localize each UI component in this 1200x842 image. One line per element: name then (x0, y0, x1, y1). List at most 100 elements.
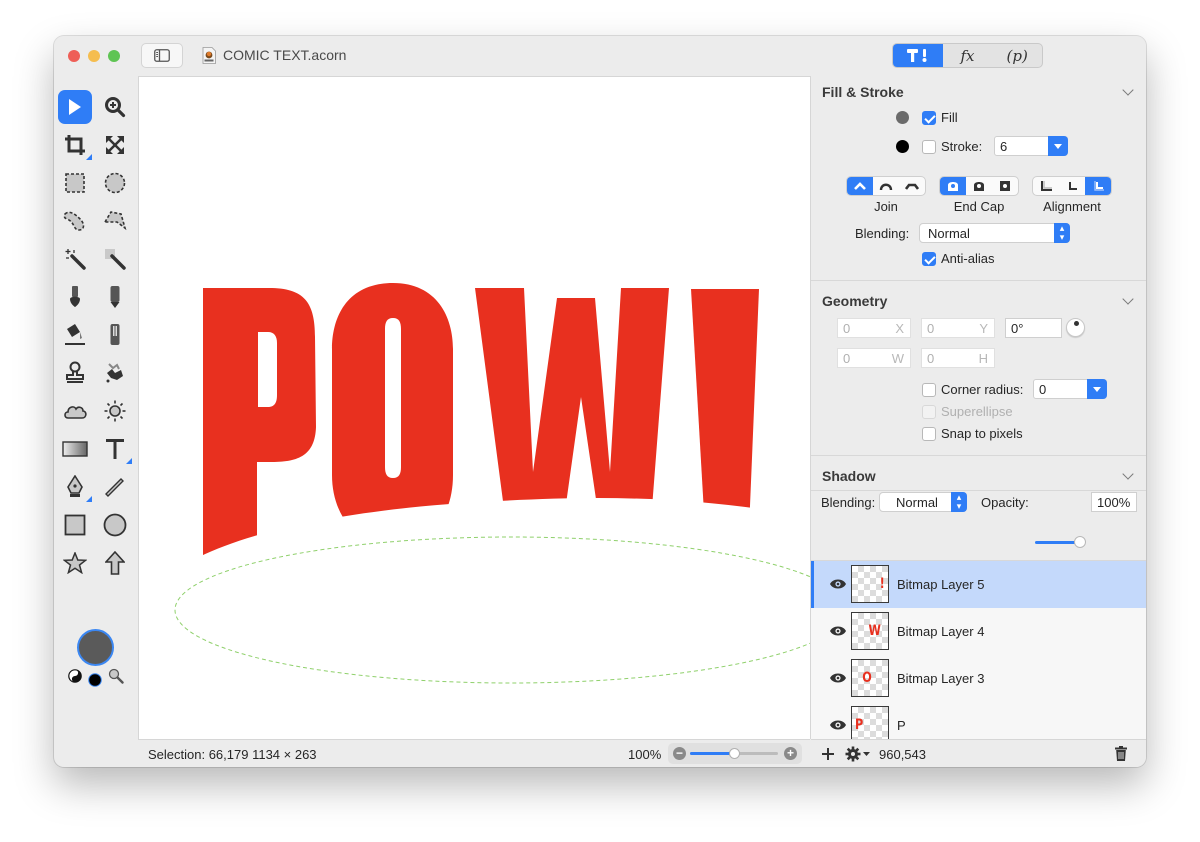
join-miter-button[interactable] (847, 177, 873, 195)
layer-row[interactable]: O Bitmap Layer 3 (811, 655, 1146, 702)
align-outside-button[interactable] (1033, 177, 1059, 195)
blending-popup[interactable]: Normal ▴ ▾ (919, 223, 1070, 243)
snap-to-pixels-checkbox[interactable] (922, 427, 936, 441)
fill-checkbox[interactable] (922, 111, 936, 125)
layer-row[interactable]: W Bitmap Layer 4 (811, 608, 1146, 655)
ellipse-marquee-tool[interactable] (98, 166, 132, 200)
eraser-tool[interactable] (98, 318, 132, 352)
swap-colors-icon[interactable] (68, 669, 82, 683)
layers-list: ! Bitmap Layer 5 W Bitmap Layer 4 O Bitm… (811, 560, 1146, 739)
stroke-checkbox[interactable] (922, 140, 936, 154)
eye-icon[interactable] (829, 625, 847, 637)
layer-actions-menu[interactable] (845, 746, 873, 762)
selection-marquee[interactable] (174, 536, 810, 684)
burn-tool[interactable] (58, 394, 92, 428)
opacity-slider-knob[interactable] (1074, 536, 1086, 548)
arrow-shape-tool[interactable] (98, 546, 132, 580)
gradient-tool[interactable] (58, 432, 92, 466)
paint-bucket-tool[interactable] (58, 318, 92, 352)
pow-text (203, 283, 759, 557)
endcap-butt-button[interactable] (940, 177, 966, 195)
color-wand-tool[interactable] (98, 242, 132, 276)
opacity-slider[interactable] (1035, 541, 1079, 544)
corner-radius-field[interactable]: 0 (1033, 379, 1107, 399)
star-tool[interactable] (58, 546, 92, 580)
corner-radius-dropdown[interactable] (1087, 379, 1107, 399)
zoom-window-button[interactable] (108, 50, 120, 62)
geometry-collapse-icon[interactable] (1122, 293, 1134, 305)
minimize-window-button[interactable] (88, 50, 100, 62)
transform-tool[interactable] (98, 128, 132, 162)
antialias-checkbox[interactable] (922, 252, 936, 266)
join-round-button[interactable] (873, 177, 899, 195)
endcap-square-button[interactable] (992, 177, 1018, 195)
fill-color-well[interactable] (896, 111, 909, 124)
close-window-button[interactable] (68, 50, 80, 62)
width-field[interactable]: 0W (837, 348, 911, 368)
height-field[interactable]: 0H (921, 348, 995, 368)
tab-tools[interactable] (893, 44, 943, 67)
tab-effects[interactable]: fx (943, 44, 993, 67)
zoom-in-button[interactable]: + (784, 747, 797, 760)
endcap-round-button[interactable] (966, 177, 992, 195)
trash-icon[interactable] (1115, 746, 1127, 761)
superellipse-checkbox[interactable] (922, 405, 936, 419)
h-value: 0 (927, 351, 935, 366)
stroke-width-dropdown[interactable] (1048, 136, 1068, 156)
pen-nib-icon (67, 475, 83, 497)
zoom-out-button[interactable]: − (673, 747, 686, 760)
layer-row[interactable]: P P (811, 702, 1146, 739)
shadow-collapse-icon[interactable] (1122, 468, 1134, 480)
rect-marquee-tool[interactable] (58, 166, 92, 200)
shadow-blending-popup[interactable]: Normal ▴ ▾ (879, 492, 967, 512)
zoom-tool[interactable] (98, 90, 132, 124)
oval-tool[interactable] (98, 508, 132, 542)
smudge-tool[interactable] (98, 356, 132, 390)
stroke-width-field[interactable]: 6 (994, 136, 1068, 156)
canvas[interactable] (138, 76, 810, 739)
eye-icon[interactable] (829, 719, 847, 731)
layer-thumbnail: P (851, 706, 889, 739)
align-inside-button[interactable] (1085, 177, 1111, 195)
w-suffix: W (891, 351, 904, 366)
x-field[interactable]: 0X (837, 318, 911, 338)
magic-wand-tool[interactable] (58, 242, 92, 276)
selection-info: Selection: 66,179 1134 × 263 (148, 747, 317, 762)
pencil-tool[interactable] (98, 280, 132, 314)
crop-tool[interactable] (58, 128, 92, 162)
add-layer-icon[interactable] (821, 747, 835, 761)
layer-name: Bitmap Layer 4 (897, 624, 985, 639)
foreground-color-well[interactable] (77, 629, 114, 666)
antialias-label: Anti-alias (941, 251, 995, 266)
rotation-dial[interactable] (1066, 318, 1085, 337)
join-bevel-button[interactable] (899, 177, 925, 195)
opacity-field[interactable]: 100% (1091, 492, 1137, 512)
polygon-lasso-tool[interactable] (98, 204, 132, 238)
corner-radius-checkbox[interactable] (922, 383, 936, 397)
lasso-tool[interactable] (58, 204, 92, 238)
alignment-segmented-control (1032, 176, 1112, 196)
angle-field[interactable]: 0° (1005, 318, 1062, 338)
dodge-tool[interactable] (98, 394, 132, 428)
clone-stamp-tool[interactable] (58, 356, 92, 390)
stroke-color-well[interactable] (896, 140, 909, 153)
zoom-slider-knob[interactable] (729, 748, 740, 759)
fill-stroke-collapse-icon[interactable] (1122, 84, 1134, 96)
pen-tool[interactable] (58, 470, 92, 504)
select-tool[interactable] (58, 90, 92, 124)
eye-icon[interactable] (829, 672, 847, 684)
layer-row[interactable]: ! Bitmap Layer 5 (811, 561, 1146, 608)
brush-tool[interactable] (58, 280, 92, 314)
tab-properties[interactable]: (p) (992, 44, 1042, 67)
zoom-slider[interactable] (690, 748, 778, 759)
text-tool[interactable] (98, 432, 132, 466)
color-picker-magnifier-icon[interactable] (108, 668, 124, 684)
y-field[interactable]: 0Y (921, 318, 995, 338)
sidebar-toggle-button[interactable] (141, 43, 183, 68)
line-tool[interactable] (98, 470, 132, 504)
up-down-chevron-icon: ▴ ▾ (951, 492, 967, 512)
default-colors-icon[interactable] (88, 673, 102, 687)
align-center-button[interactable] (1059, 177, 1085, 195)
eye-icon[interactable] (829, 578, 847, 590)
rectangle-tool[interactable] (58, 508, 92, 542)
